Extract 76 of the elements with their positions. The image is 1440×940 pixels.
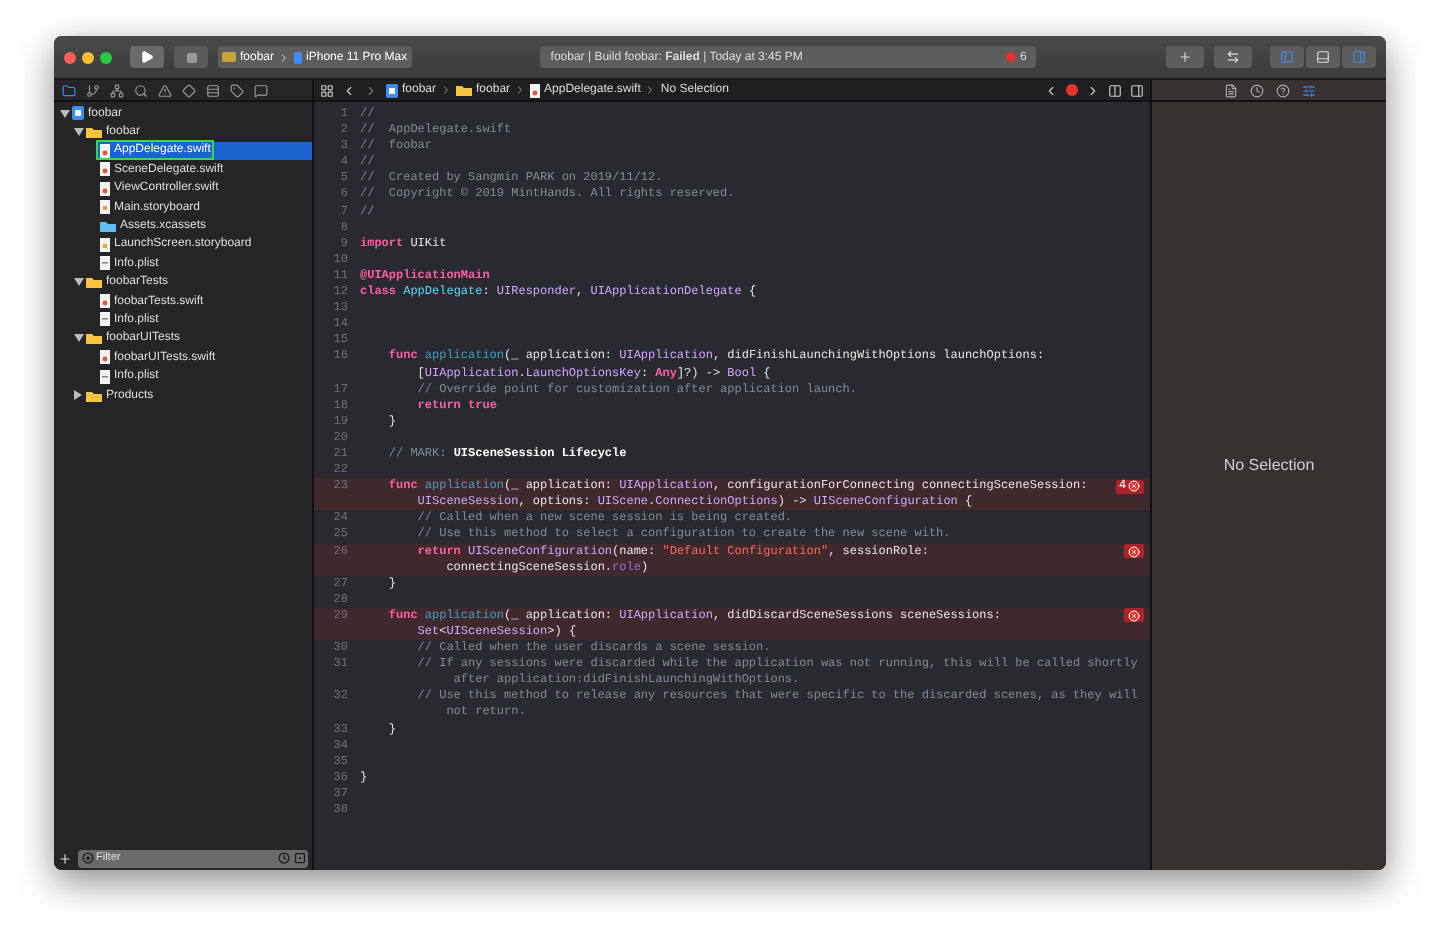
back-icon[interactable] <box>342 83 356 97</box>
asset-folder-icon <box>100 220 116 233</box>
plist-file-icon <box>100 369 110 384</box>
help-icon[interactable] <box>1275 83 1289 97</box>
plist-file-icon <box>100 256 110 271</box>
zoom-window-button[interactable] <box>100 51 112 63</box>
canvas-icon[interactable] <box>1130 83 1144 97</box>
previous-issue-icon[interactable] <box>1044 83 1058 97</box>
phone-icon <box>294 51 303 63</box>
play-icon <box>140 50 154 64</box>
plist-file-icon <box>100 312 110 327</box>
error-icon <box>1128 480 1140 493</box>
run-button[interactable] <box>130 46 164 68</box>
disclosure-triangle-icon[interactable] <box>59 109 69 118</box>
swift-file-icon <box>100 294 110 309</box>
swift-file-icon <box>100 181 110 196</box>
chevron-icon <box>440 84 453 96</box>
app-icon <box>222 52 236 62</box>
chevron-icon <box>514 84 527 96</box>
grid-icon[interactable] <box>320 83 334 97</box>
diamond-icon[interactable] <box>182 83 196 97</box>
branch-icon[interactable] <box>86 83 100 97</box>
error-icon <box>1066 84 1078 96</box>
message-icon[interactable] <box>254 83 268 97</box>
project-icon <box>72 106 84 121</box>
folder-icon <box>86 276 102 289</box>
folder-icon[interactable] <box>62 83 76 97</box>
panel-right-icon <box>1352 50 1366 64</box>
swift-file-icon <box>100 350 110 365</box>
folder-icon <box>86 389 102 402</box>
disclosure-triangle-icon[interactable] <box>73 128 83 137</box>
hierarchy-icon[interactable] <box>110 83 124 97</box>
folder-icon <box>86 126 102 139</box>
error-icon <box>1005 52 1016 62</box>
inspector-toggle[interactable] <box>1342 46 1376 68</box>
search-icon[interactable] <box>134 83 148 97</box>
arrows-icon <box>1226 50 1240 64</box>
debug-area-toggle[interactable] <box>1306 46 1340 68</box>
chevron-icon <box>278 51 291 63</box>
forward-icon[interactable] <box>364 83 378 97</box>
plus-icon <box>1178 50 1192 64</box>
stop-button[interactable] <box>174 46 208 68</box>
split-editor-icon[interactable] <box>1108 83 1122 97</box>
swift-file-icon <box>100 143 110 158</box>
rows-icon[interactable] <box>206 83 220 97</box>
tag-icon[interactable] <box>230 83 244 97</box>
disclosure-triangle-icon[interactable] <box>73 334 83 343</box>
disclosure-triangle-icon[interactable] <box>74 390 82 401</box>
storyboard-file-icon <box>100 200 110 215</box>
close-window-button[interactable] <box>64 51 76 63</box>
next-issue-icon[interactable] <box>1086 83 1100 97</box>
error-icon <box>1128 545 1140 558</box>
error-badge[interactable] <box>1124 544 1144 559</box>
review-button[interactable] <box>1214 46 1252 68</box>
panel-left-icon <box>1280 50 1294 64</box>
swift-file-icon <box>530 83 541 97</box>
project-icon <box>386 83 398 97</box>
minimize-window-button[interactable] <box>82 51 94 63</box>
navigator-toggle[interactable] <box>1270 46 1304 68</box>
folder-icon <box>86 332 102 345</box>
add-library-button[interactable] <box>1166 46 1204 68</box>
warning-icon[interactable] <box>158 83 172 97</box>
error-badge[interactable] <box>1124 608 1144 623</box>
disclosure-triangle-icon[interactable] <box>73 278 83 287</box>
stop-icon <box>185 51 197 63</box>
swift-file-icon <box>100 162 110 177</box>
folder-icon <box>456 84 473 96</box>
sliders-icon[interactable] <box>1301 83 1315 97</box>
no-selection-text: No Selection <box>1223 454 1315 478</box>
storyboard-file-icon <box>100 237 110 252</box>
error-icon <box>1128 609 1140 622</box>
chevron-icon <box>644 84 657 96</box>
file-icon[interactable] <box>1223 83 1237 97</box>
add-icon[interactable] <box>58 851 72 865</box>
panel-bottom-icon <box>1316 50 1330 64</box>
clock-icon[interactable] <box>1249 83 1263 97</box>
